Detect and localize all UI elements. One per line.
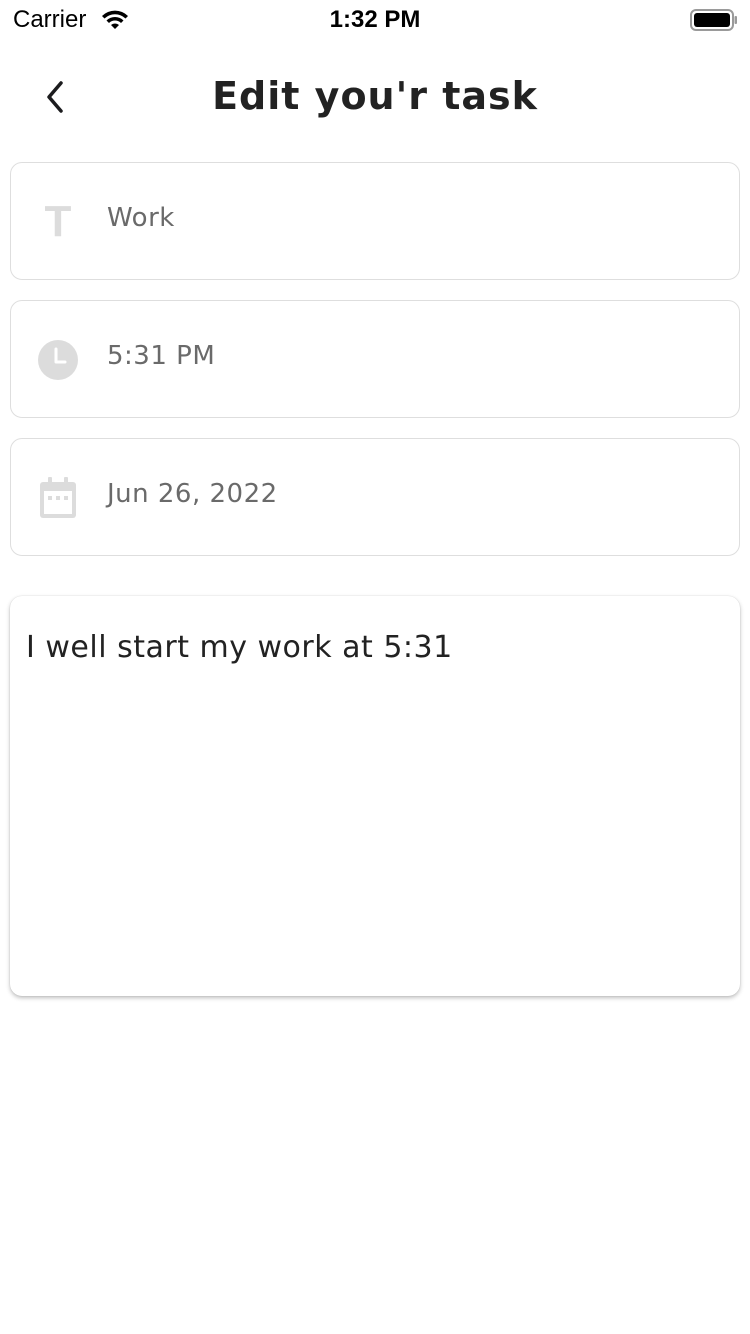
task-title-value: Work [107, 203, 175, 233]
task-date-field[interactable]: Jun 26, 2022 [10, 438, 740, 556]
task-title-field[interactable]: T Work [10, 162, 740, 280]
task-time-value: 5:31 PM [107, 341, 216, 371]
calendar-icon [37, 477, 79, 519]
task-date-value: Jun 26, 2022 [107, 479, 278, 509]
status-bar: Carrier 1:32 PM [0, 0, 750, 40]
status-time: 1:32 PM [329, 6, 421, 33]
task-description-text: I well start my work at 5:31 [26, 630, 453, 665]
text-t-icon: T [44, 197, 72, 246]
task-time-field[interactable]: 5:31 PM [10, 300, 740, 418]
navigation-bar: Edit you'r task [0, 50, 750, 142]
page-title: Edit you'r task [212, 74, 538, 118]
clock-icon [37, 339, 79, 381]
task-description-input[interactable]: I well start my work at 5:31 [10, 596, 740, 996]
battery-icon [690, 9, 737, 31]
